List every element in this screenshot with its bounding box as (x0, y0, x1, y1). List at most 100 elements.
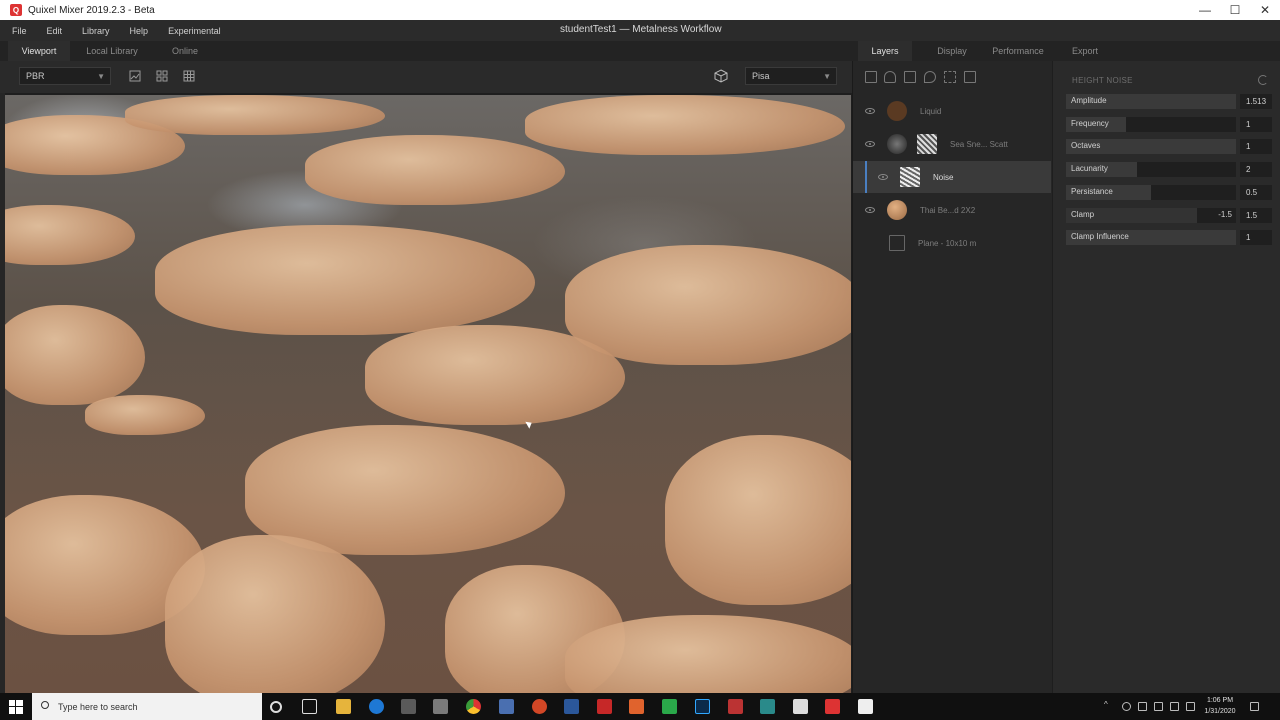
add-liquid-icon[interactable] (924, 71, 936, 83)
add-surface-icon[interactable] (884, 71, 896, 83)
clamp-max-value[interactable]: 1.5 (1240, 208, 1272, 223)
network-icon[interactable] (1138, 702, 1147, 711)
menu-experimental[interactable]: Experimental (160, 26, 229, 36)
tab-local-library[interactable]: Local Library (76, 41, 148, 61)
minimize-button[interactable]: — (1190, 0, 1220, 20)
visibility-eye-icon[interactable] (865, 141, 875, 147)
amplitude-value[interactable]: 1.513 (1240, 94, 1272, 109)
layer-row-liquid[interactable]: Liquid (853, 95, 1051, 127)
quixel-mixer-taskbar-icon[interactable] (825, 699, 840, 714)
photos-icon[interactable] (858, 699, 873, 714)
sand-patch (5, 205, 135, 265)
layer-thumbnail (887, 200, 907, 220)
octaves-slider[interactable]: Octaves (1066, 139, 1236, 154)
clamp-influence-slider[interactable]: Clamp Influence (1066, 230, 1236, 245)
tray-chevron-up-icon[interactable]: ^ (1104, 700, 1113, 709)
layer-row-sea-snail-scatter[interactable]: Sea Sne... Scatt (853, 128, 1051, 160)
photoshop-icon[interactable] (695, 699, 710, 714)
taskbar-search-box[interactable]: Type here to search (32, 693, 262, 720)
reset-refresh-icon[interactable] (1258, 75, 1268, 85)
tray-app-icon[interactable] (1170, 702, 1179, 711)
app-icon[interactable] (662, 699, 677, 714)
add-layer-icon[interactable] (865, 71, 877, 83)
app-icon[interactable] (499, 699, 514, 714)
sand-patch (5, 305, 145, 405)
layer-row-plane[interactable]: Plane - 10x10 m (853, 227, 1051, 259)
mail-icon[interactable] (793, 699, 808, 714)
window-controls: — ☐ ✕ (1190, 0, 1280, 20)
system-clock[interactable]: 1:06 PM 1/31/2020 (1200, 695, 1240, 717)
notifications-icon[interactable] (1250, 702, 1259, 711)
tab-layers[interactable]: Layers (858, 41, 912, 61)
frequency-slider[interactable]: Frequency (1066, 117, 1236, 132)
app-icon[interactable] (728, 699, 743, 714)
layer-name: Noise (933, 172, 954, 182)
app-icon[interactable] (760, 699, 775, 714)
tab-online[interactable]: Online (156, 41, 214, 61)
mesh-cube-icon[interactable] (714, 69, 728, 83)
grid-view-icon[interactable] (182, 69, 196, 83)
media-player-icon[interactable] (433, 699, 448, 714)
add-mask-icon[interactable] (964, 71, 976, 83)
menu-file[interactable]: File (4, 26, 35, 36)
single-view-icon[interactable] (128, 69, 142, 83)
powerpoint-icon[interactable] (532, 699, 547, 714)
app-icon[interactable] (629, 699, 644, 714)
volume-icon[interactable] (1154, 702, 1163, 711)
slider-label: Clamp Influence (1071, 232, 1129, 241)
visibility-eye-icon[interactable] (865, 207, 875, 213)
pen-icon[interactable] (1186, 702, 1195, 711)
octaves-value[interactable]: 1 (1240, 139, 1272, 154)
clamp-min-value[interactable]: -1.5 (1218, 210, 1232, 219)
tab-viewport[interactable]: Viewport (8, 41, 70, 61)
edge-browser-icon[interactable] (369, 699, 384, 714)
task-view-icon[interactable] (302, 699, 317, 714)
visibility-eye-icon[interactable] (878, 174, 888, 180)
layer-row-noise[interactable]: Noise (853, 161, 1051, 193)
cortana-icon[interactable] (270, 701, 282, 713)
slider-label: Amplitude (1071, 96, 1107, 105)
viewport-toolbar: PBR ▼ Pisa ▼ (0, 61, 852, 93)
render-mode-select[interactable]: PBR ▼ (19, 67, 111, 85)
close-button[interactable]: ✕ (1250, 0, 1280, 20)
app-icon[interactable] (597, 699, 612, 714)
menu-library[interactable]: Library (74, 26, 118, 36)
lacunarity-slider[interactable]: Lacunarity (1066, 162, 1236, 177)
lacunarity-value[interactable]: 2 (1240, 162, 1272, 177)
windows-logo-icon (9, 699, 23, 714)
slider-label: Frequency (1071, 119, 1109, 128)
amplitude-slider[interactable]: Amplitude (1066, 94, 1236, 109)
frequency-value[interactable]: 1 (1240, 117, 1272, 132)
add-paint-layer-icon[interactable] (904, 71, 916, 83)
windows-start-button[interactable] (0, 693, 32, 720)
store-icon[interactable] (401, 699, 416, 714)
persistance-slider[interactable]: Persistance (1066, 185, 1236, 200)
layer-row-thai-beach[interactable]: Thai Be...d 2X2 (853, 194, 1051, 226)
word-icon[interactable] (564, 699, 579, 714)
onedrive-icon[interactable] (1122, 702, 1131, 711)
environment-select[interactable]: Pisa ▼ (745, 67, 837, 85)
maximize-button[interactable]: ☐ (1220, 0, 1250, 20)
3d-viewport[interactable] (5, 95, 851, 693)
slider-label: Persistance (1071, 187, 1113, 196)
sand-patch (565, 615, 851, 693)
add-smart-material-icon[interactable] (944, 71, 956, 83)
menu-edit[interactable]: Edit (39, 26, 71, 36)
clamp-slider[interactable]: Clamp -1.5 (1066, 208, 1236, 223)
visibility-eye-icon[interactable] (865, 108, 875, 114)
plane-icon (889, 235, 905, 251)
tab-export[interactable]: Export (1062, 41, 1108, 61)
split-view-icon[interactable] (155, 69, 169, 83)
clamp-influence-value[interactable]: 1 (1240, 230, 1272, 245)
layer-thumbnail (900, 167, 920, 187)
tab-performance[interactable]: Performance (986, 41, 1050, 61)
persistance-value[interactable]: 0.5 (1240, 185, 1272, 200)
file-explorer-icon[interactable] (336, 699, 351, 714)
menu-help[interactable]: Help (122, 26, 157, 36)
tab-display[interactable]: Display (924, 41, 980, 61)
chrome-icon[interactable] (466, 699, 481, 714)
layer-name: Sea Sne... Scatt (950, 139, 1008, 149)
sand-patch (85, 395, 205, 435)
search-icon (41, 701, 49, 709)
layer-name: Thai Be...d 2X2 (920, 205, 976, 215)
